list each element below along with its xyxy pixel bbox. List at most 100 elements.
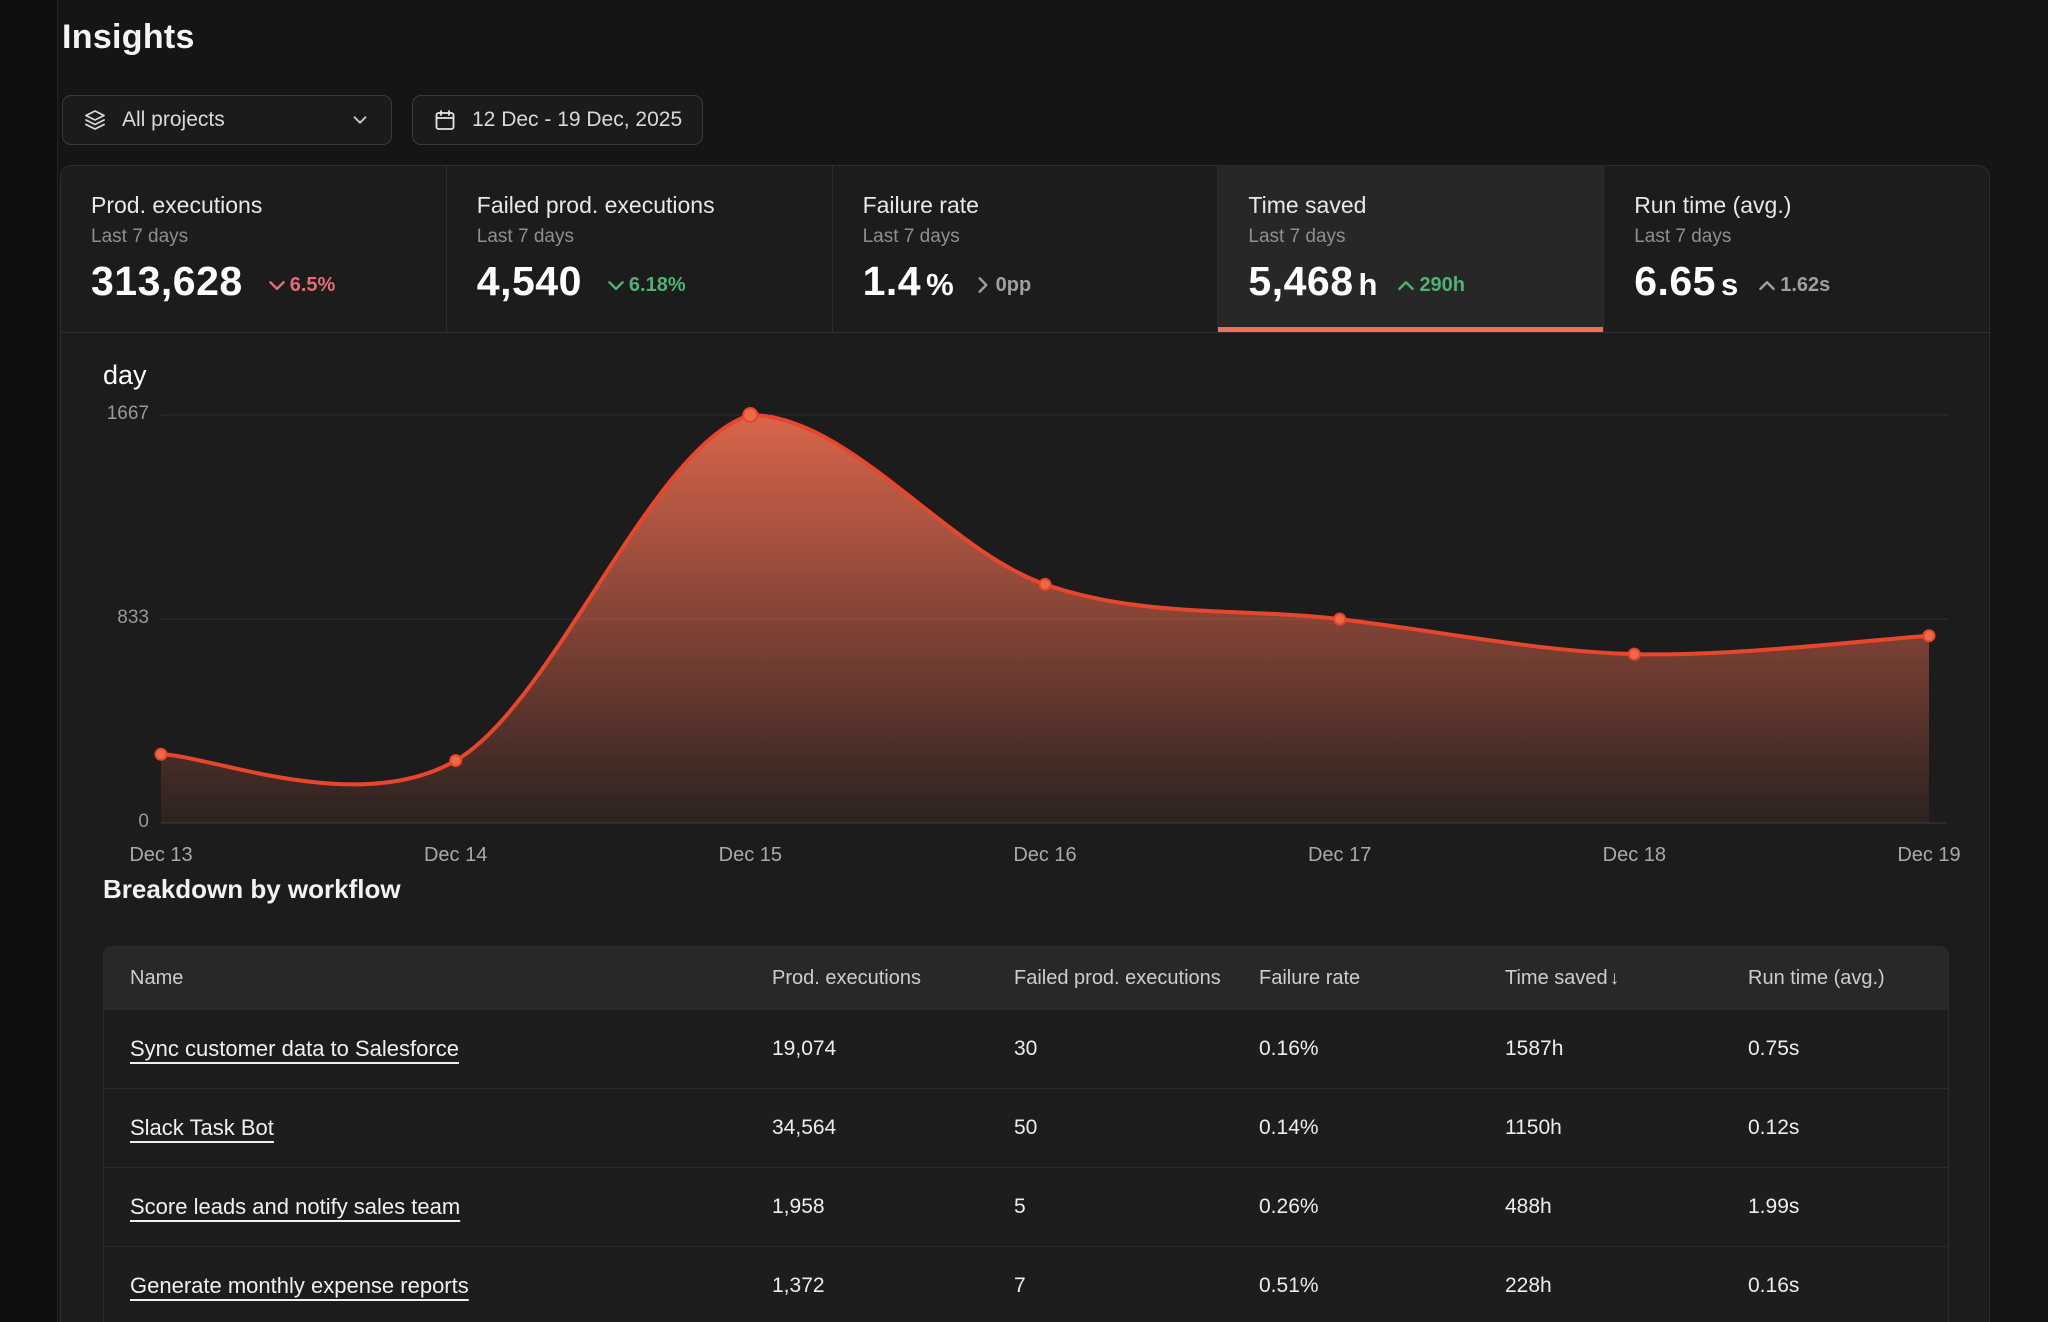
cell-prod-executions: 1,958 <box>746 1195 988 1219</box>
cell-failed-executions: 7 <box>988 1274 1233 1298</box>
metric-card-value: 313,628 <box>91 261 243 302</box>
x-axis-label: Dec 15 <box>719 844 782 867</box>
y-axis-tick: 1667 <box>81 403 149 425</box>
calendar-icon <box>433 108 457 132</box>
cell-run-time: 0.16s <box>1722 1274 1948 1298</box>
metric-card-row: Prod. executions Last 7 days 313,628 6.5… <box>61 166 1989 333</box>
column-header-name[interactable]: Name <box>104 967 746 990</box>
column-header-prod-executions[interactable]: Prod. executions <box>746 967 988 990</box>
workflow-name-link[interactable]: Score leads and notify sales team <box>130 1194 460 1219</box>
sidebar-edge <box>0 0 58 1322</box>
metric-card-delta: 6.5% <box>266 274 336 297</box>
trend-chevron-icon <box>605 274 627 296</box>
metric-card-label: Failure rate <box>863 192 1218 219</box>
column-header-failed-prod-executions[interactable]: Failed prod. executions <box>988 967 1233 990</box>
metric-card-delta: 6.18% <box>605 274 686 297</box>
x-axis-label: Dec 19 <box>1897 844 1960 867</box>
cell-failure-rate: 0.26% <box>1233 1195 1479 1219</box>
cell-time-saved: 1587h <box>1479 1037 1722 1061</box>
metric-card-run-time-avg[interactable]: Run time (avg.) Last 7 days 6.65 s 1.62s <box>1604 166 1989 332</box>
layers-icon <box>83 108 107 132</box>
metric-card-value: 1.4 <box>863 261 922 302</box>
cell-failure-rate: 0.14% <box>1233 1116 1479 1140</box>
metric-card-delta-text: 1.62s <box>1780 274 1830 297</box>
cell-failure-rate: 0.51% <box>1233 1274 1479 1298</box>
project-filter-select[interactable]: All projects <box>62 95 392 145</box>
workflow-name-link[interactable]: Generate monthly expense reports <box>130 1273 469 1298</box>
metric-card-unit: h <box>1359 269 1378 300</box>
cell-run-time: 0.75s <box>1722 1037 1948 1061</box>
cell-time-saved: 1150h <box>1479 1116 1722 1140</box>
table-row[interactable]: Generate monthly expense reports 1,372 7… <box>104 1246 1948 1322</box>
metric-card-failed-prod-executions[interactable]: Failed prod. executions Last 7 days 4,54… <box>447 166 833 332</box>
trend-chevron-icon <box>1395 274 1417 296</box>
sort-desc-icon: ↓ <box>1610 968 1620 989</box>
metric-card-delta-text: 6.18% <box>629 274 686 297</box>
table-body: Sync customer data to Salesforce 19,074 … <box>104 1009 1948 1322</box>
cell-prod-executions: 19,074 <box>746 1037 988 1061</box>
x-axis-label: Dec 17 <box>1308 844 1371 867</box>
metric-card-delta: 0pp <box>972 274 1032 297</box>
chevron-down-icon <box>349 109 371 131</box>
metric-card-period: Last 7 days <box>477 226 832 248</box>
cell-prod-executions: 1,372 <box>746 1274 988 1298</box>
metric-card-period: Last 7 days <box>1634 226 1989 248</box>
insights-panel: Prod. executions Last 7 days 313,628 6.5… <box>60 165 1990 1322</box>
cell-failure-rate: 0.16% <box>1233 1037 1479 1061</box>
cell-run-time: 0.12s <box>1722 1116 1948 1140</box>
metric-card-delta-text: 0pp <box>996 274 1032 297</box>
cell-time-saved: 228h <box>1479 1274 1722 1298</box>
table-row[interactable]: Score leads and notify sales team 1,958 … <box>104 1167 1948 1246</box>
metric-card-label: Run time (avg.) <box>1634 192 1989 219</box>
metric-card-label: Time saved <box>1248 192 1603 219</box>
metric-card-delta-text: 290h <box>1419 274 1465 297</box>
metric-card-unit: s <box>1721 269 1738 300</box>
metric-card-period: Last 7 days <box>1248 226 1603 248</box>
page-title: Insights <box>62 18 195 57</box>
date-range-label: 12 Dec - 19 Dec, 2025 <box>472 108 682 132</box>
table-row[interactable]: Sync customer data to Salesforce 19,074 … <box>104 1009 1948 1088</box>
metric-card-value: 5,468 <box>1248 261 1353 302</box>
metric-card-time-saved[interactable]: Time saved Last 7 days 5,468 h 290h <box>1218 166 1604 332</box>
trend-chevron-icon <box>972 274 994 296</box>
trend-chevron-icon <box>266 274 288 296</box>
x-axis-label: Dec 18 <box>1603 844 1666 867</box>
workflow-name-link[interactable]: Slack Task Bot <box>130 1115 274 1140</box>
y-axis-tick: 833 <box>81 607 149 629</box>
column-header-failure-rate[interactable]: Failure rate <box>1233 967 1479 990</box>
metric-card-failure-rate[interactable]: Failure rate Last 7 days 1.4 % 0pp <box>833 166 1219 332</box>
cell-prod-executions: 34,564 <box>746 1116 988 1140</box>
x-axis-label: Dec 16 <box>1013 844 1076 867</box>
metric-card-delta-text: 6.5% <box>290 274 336 297</box>
x-axis-label: Dec 14 <box>424 844 487 867</box>
breakdown-heading: Breakdown by workflow <box>103 874 401 905</box>
trend-chevron-icon <box>1756 274 1778 296</box>
metric-card-label: Prod. executions <box>91 192 446 219</box>
metric-card-period: Last 7 days <box>91 226 446 248</box>
cell-failed-executions: 5 <box>988 1195 1233 1219</box>
area-chart-plot[interactable] <box>61 332 1991 872</box>
insights-page: Insights All projects 12 Dec - 19 Dec, 2… <box>0 0 2048 1322</box>
metric-card-prod-executions[interactable]: Prod. executions Last 7 days 313,628 6.5… <box>61 166 447 332</box>
metric-card-delta: 1.62s <box>1756 274 1830 297</box>
cell-failed-executions: 50 <box>988 1116 1233 1140</box>
date-range-select[interactable]: 12 Dec - 19 Dec, 2025 <box>412 95 703 145</box>
x-axis-label: Dec 13 <box>129 844 192 867</box>
y-axis-tick: 0 <box>81 811 149 833</box>
filter-bar: All projects 12 Dec - 19 Dec, 2025 <box>62 95 703 145</box>
workflow-name-link[interactable]: Sync customer data to Salesforce <box>130 1036 459 1061</box>
table-header-row: NameProd. executionsFailed prod. executi… <box>104 947 1948 1009</box>
column-header-time-saved[interactable]: Time saved↓ <box>1479 967 1722 990</box>
table-row[interactable]: Slack Task Bot 34,564 50 0.14% 1150h 0.1… <box>104 1088 1948 1167</box>
executions-chart: day 16678330 Dec 13Dec 14Dec 15Dec 16Dec… <box>61 332 1991 872</box>
cell-time-saved: 488h <box>1479 1195 1722 1219</box>
metric-card-period: Last 7 days <box>863 226 1218 248</box>
column-header-run-time-avg[interactable]: Run time (avg.) <box>1722 967 1948 990</box>
metric-card-unit: % <box>926 269 954 300</box>
metric-card-delta: 290h <box>1395 274 1465 297</box>
metric-card-value: 4,540 <box>477 261 582 302</box>
cell-failed-executions: 30 <box>988 1037 1233 1061</box>
cell-run-time: 1.99s <box>1722 1195 1948 1219</box>
workflow-table: NameProd. executionsFailed prod. executi… <box>103 946 1949 1322</box>
metric-card-value: 6.65 <box>1634 261 1716 302</box>
